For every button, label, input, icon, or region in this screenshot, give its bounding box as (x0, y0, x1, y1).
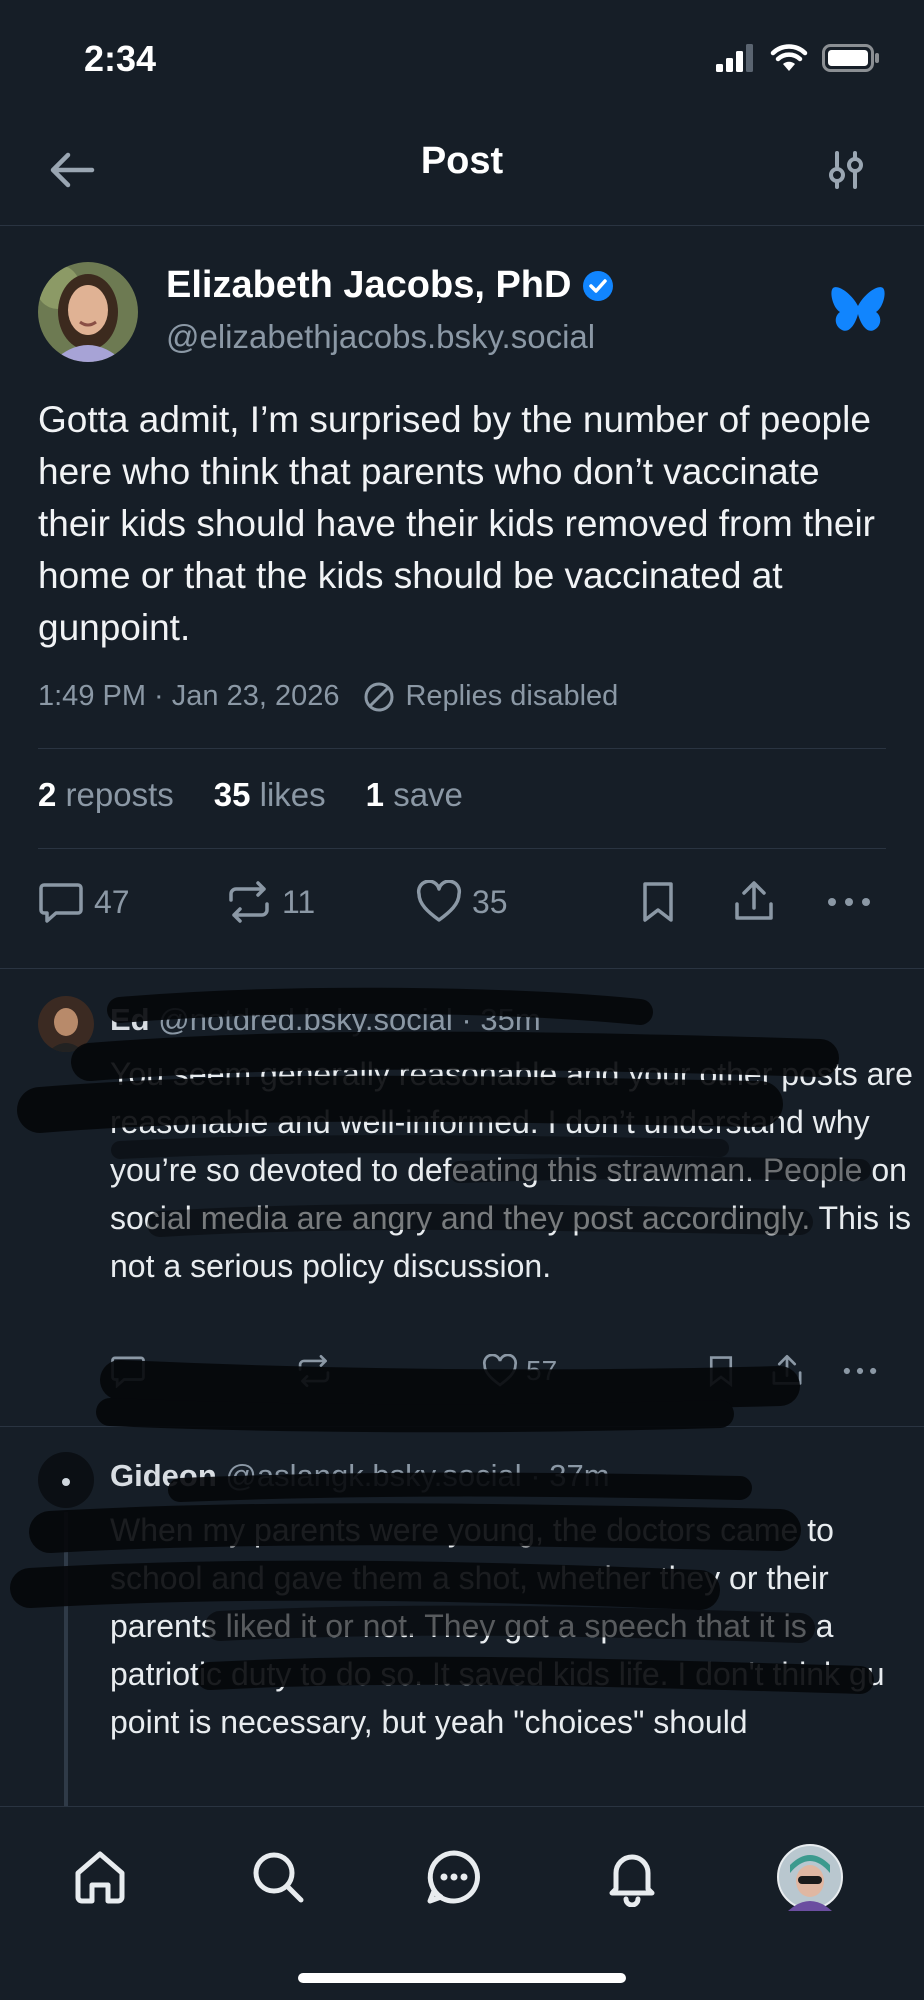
battery-icon (822, 44, 879, 72)
post-timestamp: 1:49 PM · Jan 23, 2026 (38, 680, 340, 712)
reply-button[interactable]: 47 (38, 880, 130, 924)
reply-more-button[interactable] (840, 1354, 880, 1388)
share-icon (772, 1354, 802, 1385)
reply-avatar[interactable] (38, 996, 94, 1052)
saves-stat[interactable]: 1 save (366, 776, 463, 814)
search-icon (253, 1852, 304, 1903)
reposts-stat[interactable]: 2 reposts (38, 776, 174, 814)
reply-share-button[interactable] (770, 1354, 804, 1388)
divider (0, 968, 924, 969)
butterfly-icon (831, 287, 885, 331)
divider (0, 1426, 924, 1427)
bookmark-button[interactable] (638, 880, 678, 924)
more-icon (843, 1367, 877, 1375)
repost-icon (229, 881, 269, 923)
reply-like-count: 57 (526, 1355, 558, 1386)
reply-like-button[interactable]: 57 (482, 1354, 557, 1388)
reply-time: · 37m (530, 1458, 610, 1493)
status-bar: 2:34 (0, 0, 924, 120)
verified-check-icon (583, 270, 614, 301)
top-bar: Post (0, 120, 924, 226)
like-count: 35 (472, 883, 508, 920)
reply-time: · 35m (461, 1002, 541, 1037)
author-name[interactable]: Elizabeth Jacobs, PhD (166, 264, 615, 307)
author-handle[interactable]: @elizabethjacobs.bsky.social (166, 318, 595, 356)
heart-icon (482, 1354, 518, 1387)
chat-icon (427, 1850, 480, 1904)
comment-icon (39, 883, 83, 923)
reply-actions: 57 (110, 1354, 886, 1394)
reply-header: Gideon @aslangk.bsky.social · 37m (110, 1458, 610, 1494)
reply-item[interactable]: Ed @notdred.bsky.social · 35m You seem g… (38, 996, 913, 1416)
reply-author-name[interactable]: Ed (110, 1002, 150, 1037)
like-button[interactable]: 35 (416, 880, 508, 924)
nav-profile[interactable] (776, 1843, 844, 1911)
comment-icon (111, 1356, 145, 1388)
nav-search[interactable] (244, 1843, 312, 1911)
reply-avatar[interactable] (38, 1452, 94, 1508)
post-actions: 47 11 35 (38, 880, 886, 936)
sliders-icon (829, 151, 863, 189)
profile-avatar (777, 1844, 843, 1911)
reply-bookmark-button[interactable] (706, 1354, 736, 1388)
reply-text: When my parents were young, the doctors … (110, 1512, 886, 1740)
bell-icon (609, 1854, 655, 1907)
reply-text: You seem generally reasonable and your o… (110, 1056, 913, 1284)
more-options-button[interactable] (824, 880, 874, 924)
nav-home[interactable] (66, 1843, 134, 1911)
share-button[interactable] (732, 880, 776, 924)
post-meta: 1:49 PM · Jan 23, 2026 Replies disabled (38, 680, 618, 713)
likes-stat[interactable]: 35 likes (214, 776, 326, 814)
home-icon (75, 1851, 125, 1904)
bookmark-icon (643, 882, 673, 922)
bottom-nav (0, 1806, 924, 2000)
signal-icon (716, 44, 753, 72)
repost-button[interactable]: 11 (226, 880, 315, 924)
reply-author-handle[interactable]: @aslangk.bsky.social (225, 1458, 521, 1493)
author-avatar[interactable] (38, 262, 138, 362)
nav-chat[interactable] (420, 1843, 488, 1911)
reply-header: Ed @notdred.bsky.social · 35m (110, 1002, 541, 1038)
status-icons (716, 44, 880, 72)
nav-notifications[interactable] (598, 1843, 666, 1911)
divider (38, 848, 886, 849)
replies-status: Replies disabled (405, 680, 619, 712)
reply-repost-button[interactable] (296, 1354, 332, 1388)
reply-count: 47 (94, 883, 130, 920)
reply-author-name[interactable]: Gideon (110, 1458, 217, 1493)
thread-line (64, 1512, 68, 1806)
post-text: Gotta admit, I’m surprised by the number… (38, 399, 875, 648)
divider (38, 748, 886, 749)
replies-disabled-icon (364, 682, 394, 711)
heart-icon (416, 880, 462, 922)
reply-item[interactable]: Gideon @aslangk.bsky.social · 37m When m… (38, 1452, 886, 1806)
reply-author-handle[interactable]: @notdred.bsky.social (158, 1002, 453, 1037)
home-indicator (298, 1973, 626, 1983)
repost-count: 11 (282, 883, 316, 920)
thread-settings-button[interactable] (818, 142, 874, 198)
more-icon (828, 898, 870, 906)
reply-reply-button[interactable] (110, 1354, 146, 1388)
repost-icon (298, 1354, 330, 1388)
page-title: Post (420, 140, 504, 182)
bookmark-icon (709, 1356, 733, 1388)
author-name-text: Elizabeth Jacobs, PhD (166, 264, 572, 306)
share-icon (735, 881, 773, 920)
wifi-icon (770, 44, 808, 71)
engagement-stats: 2 reposts 35 likes 1 save (38, 776, 463, 814)
status-time: 2:34 (84, 38, 157, 79)
